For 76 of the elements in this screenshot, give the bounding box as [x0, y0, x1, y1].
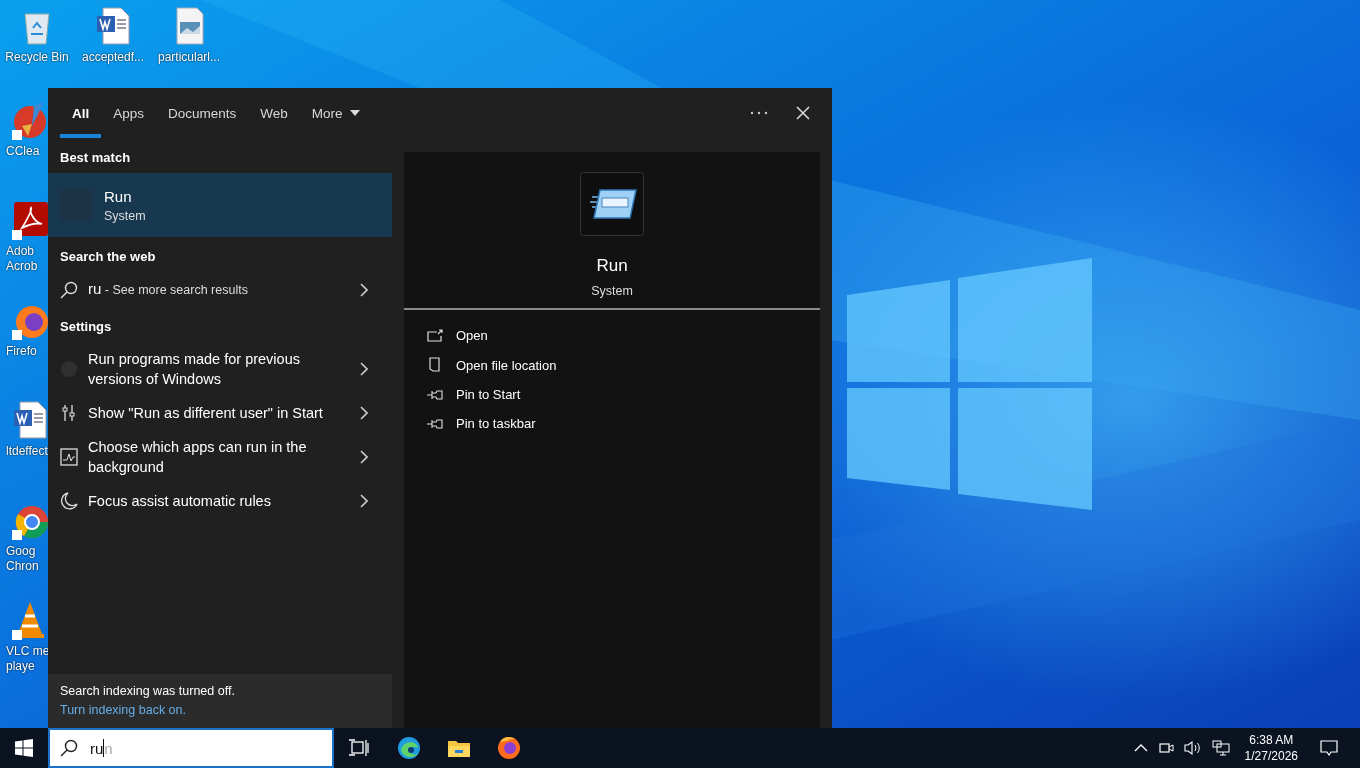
- tab[interactable]: Apps: [101, 88, 157, 138]
- result-title: Run: [104, 187, 133, 205]
- clock[interactable]: 6:38 AM 1/27/2026: [1244, 733, 1298, 763]
- more-options-icon[interactable]: [750, 111, 768, 115]
- icon-label: particularl...: [158, 50, 220, 65]
- caret-icon: [349, 110, 360, 116]
- action-label: Pin to Start: [456, 387, 521, 402]
- result-subtitle: System: [104, 208, 146, 223]
- settings-result-text: Run programs made for previous versions of Windows: [88, 350, 301, 389]
- network-icon[interactable]: [1211, 740, 1230, 756]
- action-label: Pin to taskbar: [456, 416, 536, 431]
- chevron-icon: [360, 282, 368, 297]
- pin-icon: [426, 388, 444, 401]
- icon-label: VLC me: [5, 644, 50, 659]
- action-label: Open file location: [456, 357, 557, 373]
- action-item[interactable]: Pin to Start: [426, 387, 798, 402]
- settings-result-text: Show "Run as different user" in Start: [88, 404, 324, 423]
- camera-icon[interactable]: [1157, 740, 1174, 756]
- tab[interactable]: Web: [248, 88, 300, 138]
- app-subtitle: System: [591, 284, 633, 298]
- action-item[interactable]: Open file location: [426, 357, 798, 373]
- icon-label: playe: [5, 659, 35, 674]
- tab[interactable]: More: [299, 88, 372, 138]
- task-view-icon[interactable]: [349, 739, 369, 757]
- browser-icon[interactable]: [397, 736, 421, 760]
- settings-result[interactable]: Choose which apps can run in the background: [48, 430, 392, 484]
- windows-logo-icon[interactable]: [15, 739, 33, 757]
- tab[interactable]: Documents: [156, 88, 249, 138]
- notifications-icon[interactable]: [1320, 740, 1338, 756]
- action-item[interactable]: Pin to taskbar: [426, 416, 798, 431]
- icon-label: Goog: [5, 544, 36, 559]
- icon-label: Adob: [5, 244, 35, 259]
- taskbar-search-field[interactable]: run: [48, 728, 334, 768]
- search-icon: [60, 739, 78, 757]
- action-label: Open: [456, 328, 488, 343]
- icon-label: CClea: [5, 144, 40, 159]
- speaker-icon[interactable]: [1183, 740, 1202, 756]
- browser-icon[interactable]: [497, 736, 521, 760]
- settings-result-text: Choose which apps can run in the background: [88, 438, 308, 477]
- icon-label: Firefo: [5, 344, 37, 359]
- settings-result-text: Focus assist automatic rules: [88, 492, 272, 511]
- best-match-result[interactable]: Run System: [48, 173, 392, 237]
- search-icon: [60, 280, 78, 299]
- icon-label: acceptedf...: [81, 50, 144, 65]
- section-heading: Search the web: [59, 248, 157, 266]
- icon-label: ltdeffect: [5, 444, 48, 459]
- close-icon[interactable]: [796, 106, 810, 120]
- folder-icon[interactable]: [447, 738, 471, 758]
- web-result-text: ru - See more search results: [88, 279, 249, 299]
- web-search-result[interactable]: ru - See more search results: [48, 272, 392, 307]
- pin-icon: [426, 417, 444, 430]
- chevron-icon: [360, 406, 368, 420]
- section-heading: Settings: [59, 318, 113, 336]
- settings-result[interactable]: Show "Run as different user" in Start: [48, 396, 392, 430]
- settings-result[interactable]: Focus assist automatic rules: [48, 484, 392, 518]
- indexing-link[interactable]: Turn indexing back on.: [60, 703, 380, 717]
- chevron-up-icon[interactable]: [1133, 744, 1148, 752]
- sliders-icon: [60, 404, 78, 422]
- action-item[interactable]: Open: [426, 328, 798, 343]
- app-title: Run: [596, 256, 628, 276]
- chevron-icon: [360, 450, 368, 464]
- run-dialog-icon: [580, 172, 644, 236]
- chevron-icon: [360, 362, 368, 376]
- moon-icon: [60, 492, 78, 510]
- chart-icon: [60, 448, 78, 466]
- icon-label: Recycle Bin: [5, 50, 69, 65]
- pdf-app-icon[interactable]: [10, 200, 50, 240]
- section-heading: Best match: [59, 149, 132, 167]
- icon-label: Acrob: [5, 259, 38, 274]
- settings-result[interactable]: Run programs made for previous versions of Windows: [48, 342, 392, 396]
- chevron-icon: [360, 494, 368, 508]
- notice-text: Search indexing was turned off.: [60, 684, 236, 698]
- icon-label: Chron: [5, 559, 39, 574]
- tab[interactable]: All: [60, 88, 102, 138]
- search-text: run: [90, 739, 113, 757]
- open-window-icon: [426, 328, 444, 343]
